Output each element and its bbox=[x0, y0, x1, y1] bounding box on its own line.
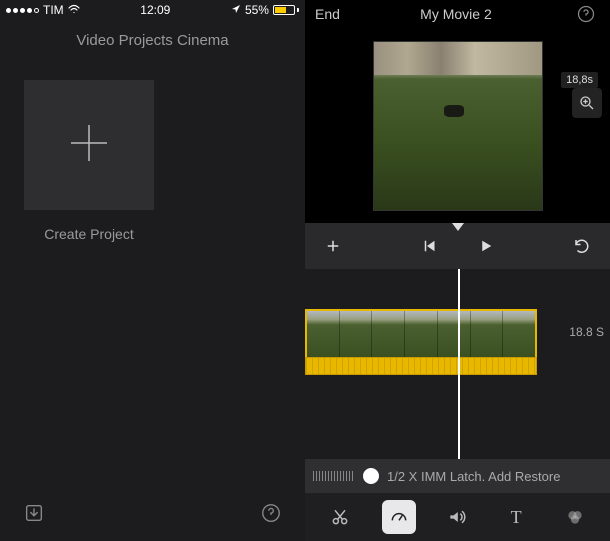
undo-button[interactable] bbox=[568, 232, 596, 260]
plus-icon bbox=[65, 119, 113, 172]
preview-area: 18,8s bbox=[305, 28, 610, 223]
create-project-label: Create Project bbox=[44, 226, 133, 242]
export-button[interactable] bbox=[20, 499, 48, 527]
left-bottom-bar bbox=[0, 485, 305, 541]
projects-header: Video Projects Cinema bbox=[0, 20, 305, 60]
text-tool[interactable]: T bbox=[499, 500, 533, 534]
add-media-button[interactable] bbox=[319, 232, 347, 260]
speed-tool[interactable] bbox=[382, 500, 416, 534]
clip-duration-badge: 18,8s bbox=[561, 72, 598, 88]
create-project-card[interactable]: Create Project bbox=[24, 80, 154, 242]
end-button[interactable]: End bbox=[315, 6, 340, 22]
movie-title: My Movie 2 bbox=[340, 6, 572, 22]
wifi-icon bbox=[68, 3, 80, 17]
audio-clip[interactable] bbox=[305, 357, 537, 375]
play-button[interactable] bbox=[472, 232, 500, 260]
preview-header: End My Movie 2 bbox=[305, 0, 610, 28]
status-bar: TIM 12:09 55% bbox=[0, 0, 305, 20]
signal-strength bbox=[6, 8, 39, 13]
cut-tool[interactable] bbox=[323, 500, 357, 534]
timeline-duration: 18.8 S bbox=[569, 325, 604, 339]
help-button[interactable] bbox=[572, 0, 600, 28]
preview-frame[interactable] bbox=[373, 41, 543, 211]
carrier-label: TIM bbox=[43, 3, 64, 17]
tool-bar: T bbox=[305, 493, 610, 541]
speed-label: 1/2 X IMM Latch. Add Restore bbox=[387, 469, 560, 484]
location-icon bbox=[231, 3, 241, 17]
filter-tool[interactable] bbox=[558, 500, 592, 534]
editor-panel: End My Movie 2 18,8s bbox=[305, 0, 610, 541]
help-button[interactable] bbox=[257, 499, 285, 527]
battery-icon bbox=[273, 5, 299, 15]
clock: 12:09 bbox=[140, 3, 170, 17]
speed-scale bbox=[313, 471, 355, 481]
timeline[interactable]: 18.8 S bbox=[305, 269, 610, 459]
playhead-marker bbox=[452, 223, 464, 231]
playback-bar bbox=[305, 223, 610, 269]
projects-panel: TIM 12:09 55% Video Projects Cinema Crea… bbox=[0, 0, 305, 541]
create-project-thumb[interactable] bbox=[24, 80, 154, 210]
speed-slider[interactable] bbox=[363, 468, 379, 484]
video-clip[interactable] bbox=[305, 309, 537, 357]
zoom-button[interactable] bbox=[572, 88, 602, 118]
skip-start-button[interactable] bbox=[416, 232, 444, 260]
speed-control-bar: 1/2 X IMM Latch. Add Restore bbox=[305, 459, 610, 493]
battery-pct: 55% bbox=[245, 3, 269, 17]
text-icon: T bbox=[511, 507, 522, 528]
volume-tool[interactable] bbox=[440, 500, 474, 534]
playhead[interactable] bbox=[458, 269, 460, 459]
